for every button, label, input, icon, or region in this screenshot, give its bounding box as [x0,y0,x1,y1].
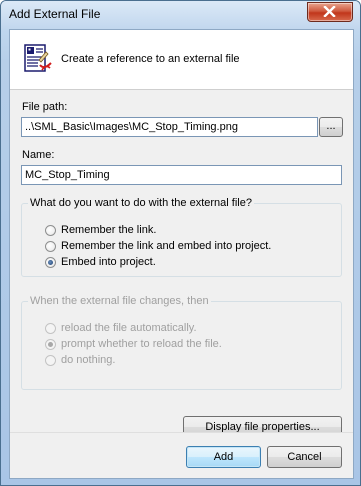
action-group-legend: What do you want to do with the external… [28,197,254,209]
add-button[interactable]: Add [186,446,261,468]
radio-label: prompt whether to reload the file. [61,338,222,350]
dialog-description: Create a reference to an external file [61,53,240,65]
radio-label: do nothing. [61,354,116,366]
name-label: Name: [22,149,55,161]
name-input[interactable]: MC_Stop_Timing [21,165,342,185]
file-path-input[interactable]: ..\SML_Basic\Images\MC_Stop_Timing.png [21,117,318,137]
add-external-file-dialog: Add External File Create a reference to … [0,0,361,486]
external-file-icon [24,44,52,74]
title-bar[interactable]: Add External File [1,1,360,29]
dialog-body: File path: ..\SML_Basic\Images\MC_Stop_T… [10,90,353,438]
window-title: Add External File [9,7,101,21]
radio-button-disabled [45,323,56,334]
radio-label: Remember the link. [61,224,157,236]
close-icon [323,6,336,17]
radio-button[interactable] [45,225,56,236]
action-group: What do you want to do with the external… [21,197,342,277]
radio-label: Embed into project. [61,256,156,268]
radio-button-selected[interactable] [45,257,56,268]
radio-label: Remember the link and embed into project… [61,240,272,252]
dialog-footer: Add Cancel [10,433,353,478]
cancel-button[interactable]: Cancel [267,446,342,468]
change-group-legend: When the external file changes, then [28,295,211,307]
browse-button[interactable]: ... [319,117,343,137]
dialog-header: Create a reference to an external file [10,30,353,89]
radio-button-disabled [45,355,56,366]
file-path-label: File path: [22,101,68,113]
change-group: When the external file changes, then rel… [21,295,342,390]
radio-label: reload the file automatically. [61,322,197,334]
radio-button-disabled-selected [45,339,56,350]
radio-button[interactable] [45,241,56,252]
close-button[interactable] [307,2,353,22]
dialog-client-area: Create a reference to an external file F… [9,29,354,479]
